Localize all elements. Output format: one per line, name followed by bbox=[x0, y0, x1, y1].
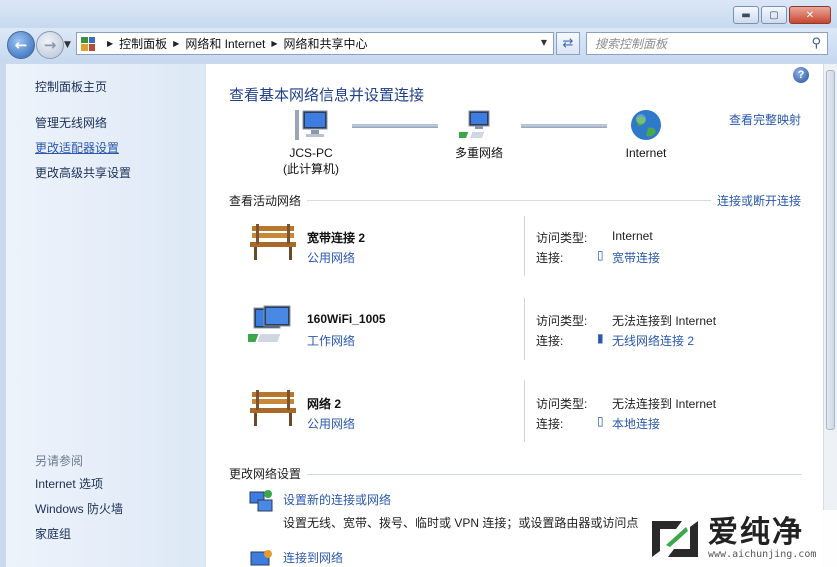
help-button[interactable]: ? bbox=[793, 67, 809, 83]
connect-network-icon bbox=[250, 550, 272, 566]
forward-button[interactable]: → bbox=[36, 31, 64, 59]
access-type-value: Internet bbox=[612, 229, 653, 243]
section-divider bbox=[307, 200, 711, 201]
network-type-link[interactable]: 工作网络 bbox=[307, 332, 355, 349]
chevron-right-icon[interactable]: ▶ bbox=[107, 39, 113, 48]
vertical-scrollbar[interactable] bbox=[823, 64, 837, 567]
connect-disconnect-link[interactable]: 连接或断开连接 bbox=[717, 192, 801, 209]
map-connection-line bbox=[521, 124, 607, 128]
connection-link[interactable]: 本地连接 bbox=[612, 415, 660, 432]
access-type-value: 无法连接到 Internet bbox=[612, 397, 717, 411]
active-networks-heading: 查看活动网络 bbox=[229, 194, 302, 208]
bench-icon bbox=[250, 390, 296, 426]
forward-arrow-icon: → bbox=[43, 36, 57, 54]
close-button[interactable]: ✕ bbox=[789, 6, 831, 24]
connection-link[interactable]: 宽带连接 bbox=[612, 249, 660, 266]
scrollbar-thumb[interactable] bbox=[826, 70, 835, 430]
minimize-button[interactable]: ▬ bbox=[733, 6, 759, 24]
chevron-right-icon[interactable]: ▶ bbox=[271, 39, 277, 48]
watermark-logo-icon bbox=[652, 520, 698, 557]
column-divider bbox=[524, 298, 525, 360]
access-type-value: 无法连接到 Internet bbox=[612, 314, 717, 328]
control-panel-icon bbox=[81, 36, 95, 51]
breadcrumb-control-panel[interactable]: 控制面板 bbox=[119, 35, 167, 52]
globe-icon bbox=[631, 110, 661, 140]
access-type-label: 访问类型: bbox=[536, 397, 588, 411]
computer-icon bbox=[295, 110, 328, 140]
modem-icon: ▯ bbox=[597, 248, 604, 262]
view-full-map-link[interactable]: 查看完整映射 bbox=[729, 111, 801, 128]
page-title: 查看基本网络信息并设置连接 bbox=[229, 87, 425, 104]
network-icon bbox=[454, 110, 490, 138]
connection-label: 连接: bbox=[536, 417, 564, 431]
access-type-label: 访问类型: bbox=[536, 231, 588, 245]
ethernet-icon: ▯ bbox=[597, 414, 604, 428]
wireless-signal-icon: ▮ bbox=[597, 331, 604, 345]
setup-new-connection-description: 设置无线、宽带、拨号、临时或 VPN 连接；或设置路由器或访问点 bbox=[283, 516, 639, 530]
chevron-right-icon[interactable]: ▶ bbox=[173, 39, 179, 48]
connection-label: 连接: bbox=[536, 334, 564, 348]
connection-link[interactable]: 无线网络连接 2 bbox=[612, 332, 694, 349]
map-connection-line bbox=[352, 124, 438, 128]
map-node-label: 多重网络 bbox=[454, 146, 503, 160]
map-node-label: Internet bbox=[625, 146, 667, 160]
breadcrumb-network-sharing-center[interactable]: 网络和共享中心 bbox=[284, 35, 368, 52]
left-nav-pane: 控制面板主页 管理无线网络 更改适配器设置 更改高级共享设置 另请参阅 Inte… bbox=[6, 64, 206, 567]
see-also-internet-options[interactable]: Internet 选项 bbox=[35, 475, 103, 492]
maximize-button[interactable]: ▢ bbox=[761, 6, 787, 24]
column-divider bbox=[524, 216, 525, 276]
change-settings-heading: 更改网络设置 bbox=[229, 467, 302, 481]
main-pane: ? 查看基本网络信息并设置连接 查看完整映射 JCS-PC (此计算机) 多重网… bbox=[206, 64, 823, 567]
sidebar-item-advanced-sharing[interactable]: 更改高级共享设置 bbox=[35, 164, 131, 181]
back-button[interactable]: ← bbox=[7, 31, 35, 59]
network-name: 网络 2 bbox=[307, 397, 342, 411]
map-node-internet[interactable]: Internet bbox=[611, 108, 681, 161]
see-also-heading: 另请参阅 bbox=[35, 454, 84, 468]
access-type-label: 访问类型: bbox=[536, 314, 588, 328]
title-bar: ▬ ▢ ✕ bbox=[0, 0, 837, 30]
see-also-windows-firewall[interactable]: Windows 防火墙 bbox=[35, 500, 123, 517]
network-name: 宽带连接 2 bbox=[307, 231, 366, 245]
network-type-link[interactable]: 公用网络 bbox=[307, 415, 355, 432]
refresh-button[interactable]: ⇄ bbox=[556, 32, 580, 55]
breadcrumb-network-internet[interactable]: 网络和 Internet bbox=[185, 35, 265, 52]
search-box[interactable]: ⚲ bbox=[586, 32, 828, 55]
watermark: 爱纯净 www.aichunjing.com bbox=[640, 510, 837, 567]
map-node-label: JCS-PC bbox=[289, 146, 333, 160]
work-network-icon bbox=[248, 305, 291, 342]
address-bar[interactable]: ▶ 控制面板 ▶ 网络和 Internet ▶ 网络和共享中心 ▼ bbox=[76, 32, 554, 55]
section-divider bbox=[307, 474, 802, 475]
setup-new-connection-link[interactable]: 设置新的连接或网络 bbox=[283, 491, 391, 508]
search-input[interactable] bbox=[587, 33, 797, 54]
back-arrow-icon: ← bbox=[14, 36, 28, 54]
column-divider bbox=[524, 380, 525, 442]
watermark-brand: 爱纯净 bbox=[708, 516, 804, 549]
see-also-homegroup[interactable]: 家庭组 bbox=[35, 525, 71, 542]
refresh-icon: ⇄ bbox=[562, 36, 574, 51]
recent-pages-dropdown[interactable]: ▼ bbox=[64, 40, 71, 50]
sidebar-item-change-adapter[interactable]: 更改适配器设置 bbox=[35, 139, 119, 156]
address-dropdown-icon[interactable]: ▼ bbox=[541, 38, 547, 47]
connect-to-network-link[interactable]: 连接到网络 bbox=[283, 549, 343, 566]
map-node-multiple-networks[interactable]: 多重网络 bbox=[444, 108, 514, 161]
sidebar-item-control-panel-home[interactable]: 控制面板主页 bbox=[35, 78, 107, 95]
new-connection-icon bbox=[249, 490, 273, 512]
map-node-this-pc[interactable]: JCS-PC (此计算机) bbox=[276, 108, 346, 177]
window-controls: ▬ ▢ ✕ bbox=[733, 6, 831, 24]
search-icon[interactable]: ⚲ bbox=[811, 36, 821, 51]
map-node-sublabel: (此计算机) bbox=[283, 162, 339, 176]
bench-icon bbox=[250, 224, 296, 260]
watermark-url: www.aichunjing.com bbox=[708, 549, 817, 560]
sidebar-item-manage-wireless[interactable]: 管理无线网络 bbox=[35, 114, 107, 131]
connection-label: 连接: bbox=[536, 251, 564, 265]
network-name: 160WiFi_1005 bbox=[307, 312, 386, 326]
navigation-bar: ← → ▼ ▶ 控制面板 ▶ 网络和 Internet ▶ 网络和共享中心 ▼ … bbox=[0, 28, 837, 62]
network-type-link[interactable]: 公用网络 bbox=[307, 249, 355, 266]
breadcrumb: ▶ 控制面板 ▶ 网络和 Internet ▶ 网络和共享中心 bbox=[101, 35, 368, 52]
